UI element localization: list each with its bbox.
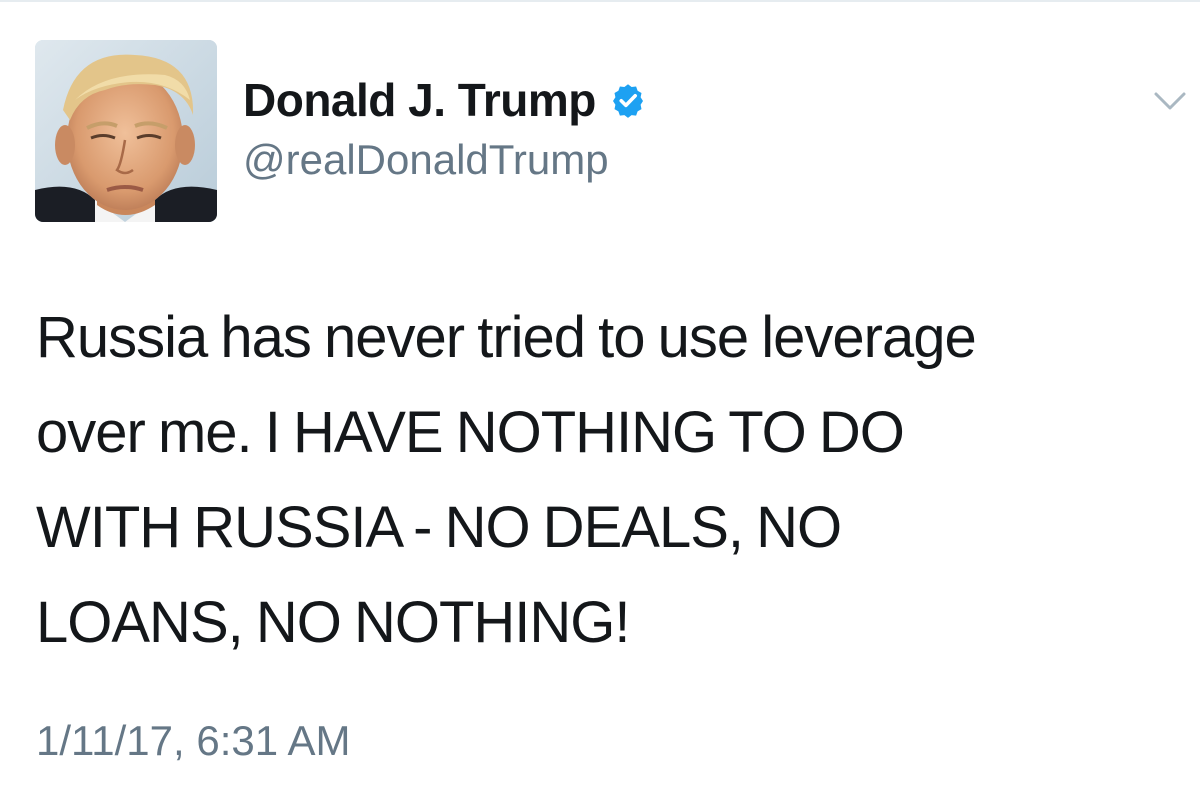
tweet-text-line: LOANS, NO NOTHING!	[36, 590, 631, 655]
tweet-text-line: Russia has never tried to use leverage	[36, 305, 977, 370]
tweet-card: Donald J. Trump @realDonaldTrump Russia …	[0, 0, 1200, 806]
avatar-photo-icon	[35, 40, 217, 222]
tweet-text: Russia has never tried to use leverage o…	[36, 290, 1176, 670]
tweet-text-line: WITH RUSSIA - NO DEALS, NO	[36, 495, 842, 560]
author-display-name[interactable]: Donald J. Trump	[243, 72, 596, 128]
tweet-timestamp[interactable]: 1/11/17, 6:31 AM	[36, 716, 350, 766]
tweet-text-line: over me. I HAVE NOTHING TO DO	[36, 400, 905, 465]
author-handle[interactable]: @realDonaldTrump	[243, 134, 609, 186]
tweet-header: Donald J. Trump @realDonaldTrump	[0, 2, 1200, 242]
author-name-row: Donald J. Trump	[243, 72, 646, 128]
chevron-down-icon[interactable]	[1152, 88, 1188, 116]
verified-badge-icon	[610, 82, 646, 118]
profile-avatar[interactable]	[35, 40, 217, 222]
